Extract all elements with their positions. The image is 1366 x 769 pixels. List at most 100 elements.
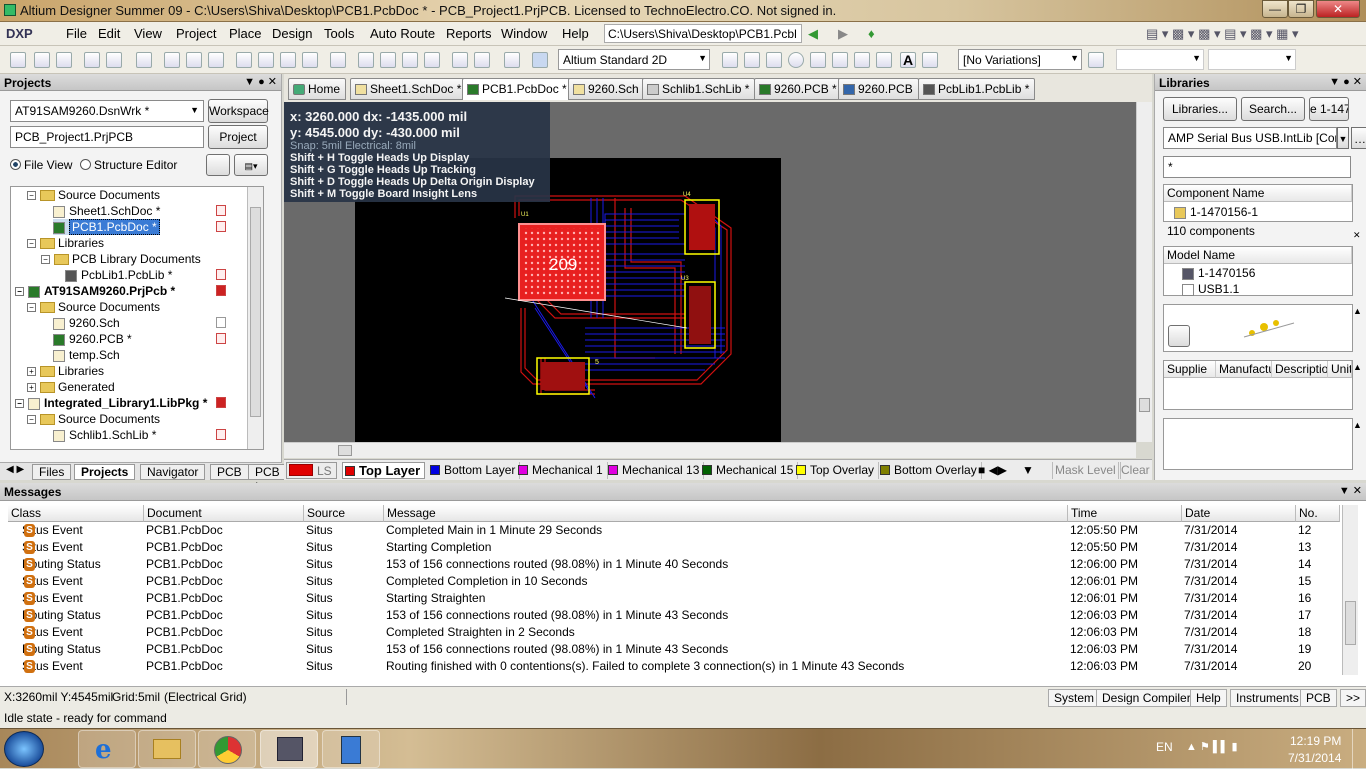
tab-files[interactable]: Files (32, 464, 72, 480)
tab-pcblib1[interactable]: PcbLib1.PcbLib * (918, 78, 1036, 100)
menu-auto-route[interactable]: Auto Route (370, 26, 435, 41)
tab-9260-pcb-modified[interactable]: 9260.PCB * (754, 78, 843, 100)
search-button[interactable]: Search... (1241, 97, 1305, 121)
message-row[interactable]: Situs Event PCB1.PcbDoc Situs Starting Comp… (8, 539, 1342, 556)
canvas-vertical-scrollbar[interactable] (1136, 102, 1152, 442)
tree-scrollbar[interactable] (247, 187, 263, 449)
chrome-icon[interactable] (198, 730, 256, 768)
project-menu-icon[interactable]: ▤▾ (234, 154, 268, 176)
panel-controls-icon[interactable]: ▼ ● ✕ (1329, 75, 1362, 88)
menu-design[interactable]: Design (272, 26, 312, 41)
column-message[interactable]: Message (384, 505, 1068, 522)
expand-up-icon[interactable]: ▲ (1353, 420, 1362, 430)
model-name-header[interactable]: Model Name (1164, 247, 1352, 264)
message-row[interactable]: Routing Status PCB1.PcbDoc Situs 153 of 156… (8, 556, 1342, 573)
layer-tab-bottom-overlay[interactable]: Bottom Overlay (878, 462, 982, 479)
variant-manager-icon[interactable] (1088, 52, 1104, 68)
layer-tab-top-overlay[interactable]: Top Overlay (794, 462, 880, 479)
select-icon[interactable] (330, 52, 346, 68)
print-preview-icon[interactable] (106, 52, 122, 68)
show-desktop-button[interactable] (1352, 729, 1366, 769)
tree-node-selected[interactable]: PCB1.PcbDoc * (53, 219, 160, 235)
tab-pcb[interactable]: PCB (210, 464, 249, 480)
file-view-radio[interactable]: File View (10, 158, 72, 172)
maximize-button[interactable]: ❐ (1288, 0, 1314, 18)
pad-icon[interactable] (810, 52, 826, 68)
diff-pair-icon[interactable] (766, 52, 782, 68)
tree-node[interactable]: Sheet1.SchDoc * (53, 203, 160, 219)
workspace-select[interactable]: AT91SAM9260.DsnWrk * ▼ (10, 100, 204, 122)
layer-tab-bottom[interactable]: Bottom Layer (428, 462, 521, 479)
tree-node-project[interactable]: − Integrated_Library1.LibPkg * (15, 395, 207, 411)
canvas-horizontal-scrollbar[interactable] (284, 442, 1136, 458)
supplier-col-header[interactable]: Supplie (1164, 361, 1216, 378)
message-row[interactable]: Situs Event PCB1.PcbDoc Situs Completed Com… (8, 573, 1342, 590)
tree-node[interactable]: + Libraries (27, 363, 104, 379)
menu-project[interactable]: Project (176, 26, 216, 41)
tree-node[interactable]: temp.Sch (53, 347, 120, 363)
scroll-thumb[interactable] (1345, 601, 1356, 645)
status-tab-design-compiler[interactable]: Design Compiler (1096, 689, 1197, 707)
library-more-button[interactable]: … (1351, 127, 1366, 149)
preview-tool-icon[interactable] (1168, 325, 1190, 347)
view-mode-select[interactable]: Altium Standard 2D ▼ (558, 49, 710, 70)
component-icon[interactable] (922, 52, 938, 68)
menu-place[interactable]: Place (229, 26, 262, 41)
undo-icon[interactable] (452, 52, 468, 68)
filter-icon[interactable]: ▼ (1020, 462, 1038, 479)
zoom-fit-icon[interactable] (164, 52, 180, 68)
place-part-button[interactable]: e 1-147 (1309, 97, 1349, 121)
polygon-icon[interactable] (876, 52, 892, 68)
tab-schlib1[interactable]: Schlib1.SchLib * (642, 78, 756, 100)
library-dropdown-icon[interactable]: ▼ (1337, 127, 1349, 149)
board-insight-icon[interactable] (532, 52, 548, 68)
select-area-icon[interactable] (358, 52, 374, 68)
message-row[interactable]: Situs Event PCB1.PcbDoc Situs Completed Mai… (8, 522, 1342, 539)
column-source[interactable]: Source (304, 505, 384, 522)
panel-toolbar-icons[interactable]: ▤ ▾ ▩ ▾ ▩ ▾ ▤ ▾ ▩ ▾ ▦ ▾ (1146, 26, 1299, 42)
tree-node[interactable]: − Libraries (27, 235, 104, 251)
project-field[interactable]: PCB_Project1.PrjPCB (10, 126, 204, 148)
scroll-thumb[interactable] (250, 207, 261, 417)
libraries-scroll-controls[interactable]: ✕ ▲ ▲ ▲ (1353, 184, 1365, 472)
layer-tab-top[interactable]: Top Layer (342, 462, 426, 479)
deselect-icon[interactable] (402, 52, 418, 68)
layer-stack-icon[interactable] (136, 52, 152, 68)
tab-sheet1[interactable]: Sheet1.SchDoc * (350, 78, 468, 100)
tab-9260-sch[interactable]: 9260.Sch (568, 78, 645, 100)
tree-node[interactable]: − Source Documents (27, 299, 160, 315)
cross-probe-icon[interactable] (504, 52, 520, 68)
component-name-header[interactable]: Component Name (1164, 185, 1352, 202)
tab-projects[interactable]: Projects (74, 464, 136, 480)
filter-select-2[interactable]: ▼ (1208, 49, 1296, 70)
clear-button[interactable]: Clear (1118, 462, 1155, 479)
menu-help[interactable]: Help (562, 26, 589, 41)
tree-node[interactable]: − PCB Library Documents (41, 251, 201, 267)
save-icon[interactable] (56, 52, 72, 68)
zoom-area-icon[interactable] (186, 52, 202, 68)
clear-filter-icon[interactable] (424, 52, 440, 68)
new-icon[interactable] (10, 52, 26, 68)
fill-icon[interactable] (854, 52, 870, 68)
menu-window[interactable]: Window (501, 26, 547, 41)
menu-file[interactable]: File (66, 26, 87, 41)
panel-controls-icon[interactable]: ▼ ✕ (1339, 484, 1362, 497)
tree-node[interactable]: − Source Documents (27, 411, 160, 427)
tab-navigator[interactable]: Navigator (140, 464, 206, 480)
current-layer-swatch[interactable]: LS (286, 462, 337, 479)
altium-designer-icon[interactable] (260, 730, 318, 768)
library-select[interactable]: AMP Serial Bus USB.IntLib [Con (1163, 127, 1337, 149)
project-options-icon[interactable] (206, 154, 230, 176)
route-icon[interactable] (722, 52, 738, 68)
copy-icon[interactable] (258, 52, 274, 68)
menu-tools[interactable]: Tools (324, 26, 354, 41)
via-icon[interactable] (788, 52, 804, 68)
interactive-route-icon[interactable] (744, 52, 760, 68)
tree-node[interactable]: 9260.Sch (53, 315, 120, 331)
messages-scrollbar[interactable] (1342, 505, 1358, 675)
message-row[interactable]: Situs Event PCB1.PcbDoc Situs Routing finis… (8, 658, 1342, 675)
back-icon[interactable]: ◀ (808, 26, 818, 42)
component-list-item[interactable]: 1-1470156-1 (1174, 204, 1258, 220)
app-taskbar-icon[interactable] (322, 730, 380, 768)
layer-tab-mech15[interactable]: Mechanical 15 (700, 462, 799, 479)
